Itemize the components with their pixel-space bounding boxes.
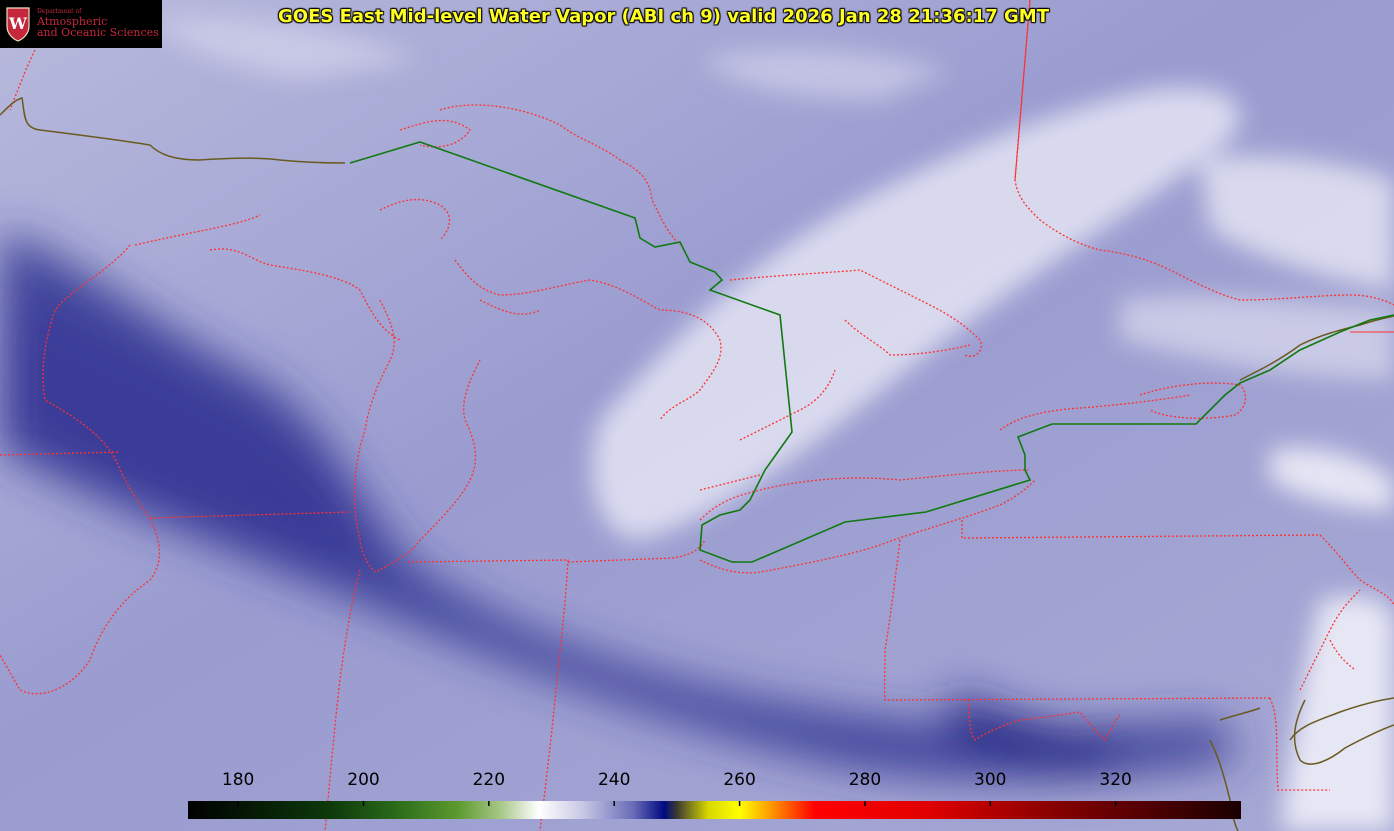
colorbar-gradient — [188, 801, 1241, 819]
logo-text: Department of Atmospheric and Oceanic Sc… — [37, 8, 159, 40]
colorbar-tick-label: 280 — [848, 770, 882, 790]
colorbar-tick-label: 240 — [597, 770, 631, 790]
colorbar-tick-label: 220 — [472, 770, 506, 790]
water-vapor-image — [0, 0, 1394, 831]
colorbar-tick-label: 200 — [347, 770, 380, 790]
uw-crest-icon: W — [6, 7, 30, 42]
image-title: GOES East Mid-level Water Vapor (ABI ch … — [278, 6, 1049, 27]
crest-letter: W — [8, 14, 28, 33]
colorbar-tick-labels: 180 200 220 240 260 280 300 320 — [0, 770, 1394, 794]
colorbar-tick-label: 300 — [974, 770, 1007, 790]
colorbar-tick-label: 260 — [723, 770, 756, 790]
colorbar — [188, 801, 1241, 819]
colorbar-tick-label: 320 — [1099, 770, 1132, 790]
colorbar-tick-label: 180 — [221, 770, 255, 790]
uw-aos-logo: W Department of Atmospheric and Oceanic … — [0, 0, 162, 48]
logo-line2: and Oceanic Sciences — [37, 26, 159, 40]
